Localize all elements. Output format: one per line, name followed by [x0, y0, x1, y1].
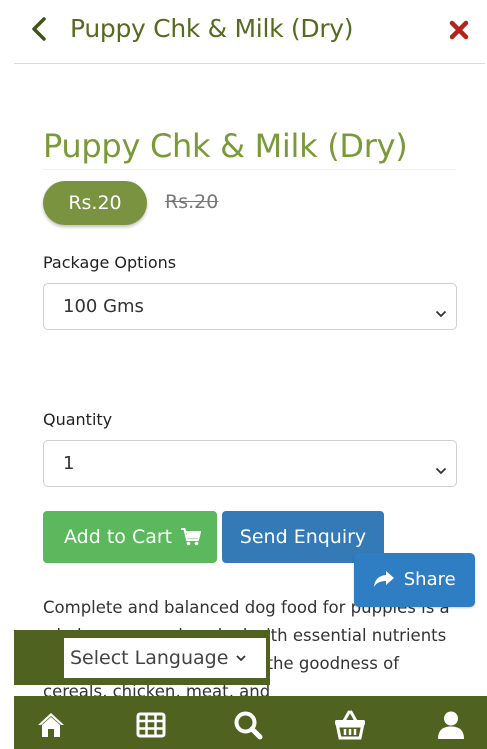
close-icon[interactable]	[449, 20, 469, 42]
quantity-select[interactable]: 1	[43, 440, 457, 487]
chevron-down-icon	[435, 303, 447, 322]
cart-icon	[178, 526, 202, 548]
grid-icon[interactable]	[136, 710, 166, 740]
back-icon[interactable]	[30, 16, 56, 46]
basket-icon[interactable]	[334, 710, 365, 740]
old-price: Rs.20	[165, 191, 219, 213]
chevron-down-icon	[435, 460, 447, 479]
share-label: Share	[403, 569, 456, 590]
price-badge: Rs.20	[43, 181, 147, 225]
language-select[interactable]: Select Language	[64, 638, 266, 678]
search-icon[interactable]	[233, 710, 263, 740]
package-options-select[interactable]: 100 Gms	[43, 283, 457, 330]
product-title: Puppy Chk & Milk (Dry)	[43, 127, 456, 170]
language-select-label: Select Language	[70, 647, 229, 669]
share-icon	[373, 569, 404, 590]
user-icon[interactable]	[436, 710, 466, 740]
add-to-cart-button[interactable]: Add to Cart	[43, 511, 217, 563]
package-options-value: 100 Gms	[63, 296, 144, 317]
chevron-down-icon	[234, 647, 247, 669]
header: Puppy Chk & Milk (Dry)	[14, 0, 485, 64]
home-icon[interactable]	[36, 710, 66, 740]
quantity-value: 1	[63, 453, 75, 474]
share-button[interactable]: Share	[354, 553, 475, 607]
package-options-label: Package Options	[43, 253, 177, 272]
add-to-cart-label: Add to Cart	[64, 526, 173, 548]
header-title: Puppy Chk & Milk (Dry)	[70, 14, 354, 43]
quantity-label: Quantity	[43, 410, 113, 429]
bottom-nav	[14, 696, 487, 749]
